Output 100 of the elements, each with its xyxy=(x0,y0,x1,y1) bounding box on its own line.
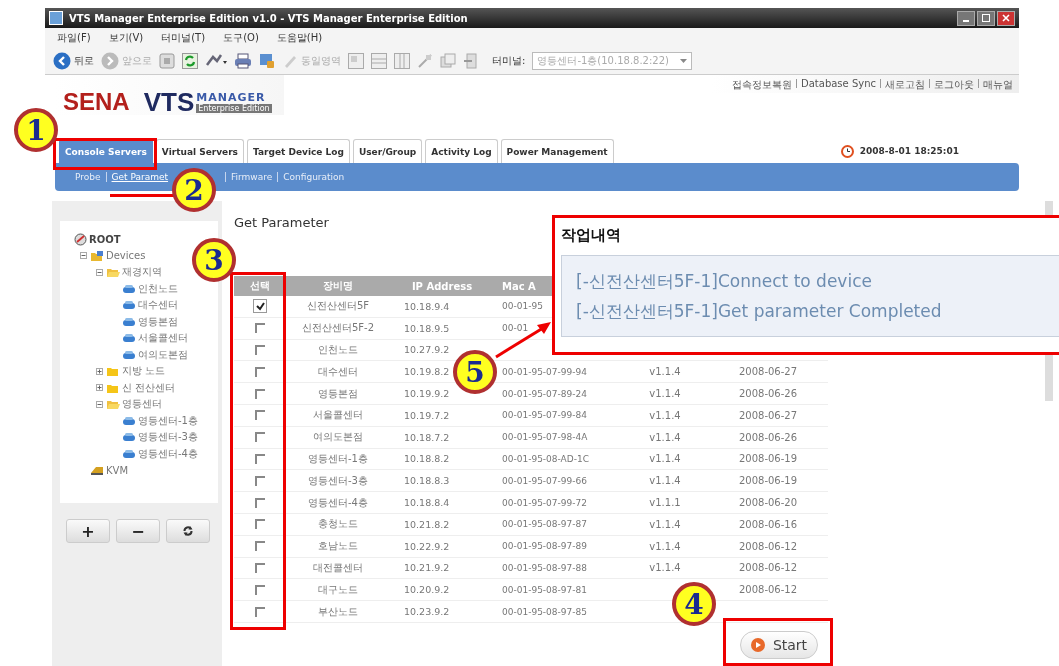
pencil-icon xyxy=(282,53,298,69)
table-cell: 호남노드 xyxy=(318,539,358,554)
stop-icon[interactable] xyxy=(159,53,175,69)
tab[interactable]: Power Management xyxy=(500,139,614,163)
checkbox[interactable] xyxy=(255,410,265,421)
table-cell: v1.1.4 xyxy=(649,453,681,465)
table-cell: 2008-06-19 xyxy=(738,453,798,465)
table-cell: v1.1.4 xyxy=(649,540,681,552)
checkbox[interactable] xyxy=(255,584,265,595)
header-link[interactable]: Database Sync xyxy=(801,78,876,89)
tree-item[interactable]: KVM xyxy=(106,464,129,476)
checkbox[interactable] xyxy=(255,453,265,464)
checkbox[interactable] xyxy=(255,345,265,355)
table-cell: 10.18.8.4 xyxy=(404,497,450,509)
checkbox[interactable] xyxy=(255,562,265,573)
table-cell: 신전산센터5F xyxy=(306,299,370,314)
panel-title: Get Parameter xyxy=(234,215,329,230)
tree-item[interactable]: 영등센터-4층 xyxy=(138,446,198,461)
tree-item[interactable]: ROOT xyxy=(89,233,121,245)
expander-icon[interactable] xyxy=(96,268,104,276)
table-cell: v1.1.4 xyxy=(649,409,681,421)
window-title: VTS Manager Enterprise Edition v1.0 - VTS Manager Enterprise Edition xyxy=(69,12,469,24)
table-cell: v1.1.4 xyxy=(649,518,681,530)
checkbox[interactable] xyxy=(255,519,265,530)
tree-item[interactable]: 영등센터-3층 xyxy=(138,430,198,445)
sub-navigation-link[interactable]: Get Paramet xyxy=(111,172,169,182)
checkbox[interactable] xyxy=(255,432,265,443)
menu-item[interactable]: 보기(V) xyxy=(108,31,144,45)
table-cell: v1.1.4 xyxy=(649,475,681,487)
menu-item[interactable]: 도구(O) xyxy=(223,31,259,45)
table-cell: 10.19.8.2 xyxy=(404,366,450,378)
tab[interactable]: User/Group xyxy=(352,139,423,163)
back-button[interactable]: 뒤로 xyxy=(53,52,94,70)
tree-item[interactable]: 영등센터 xyxy=(122,397,162,412)
tree-item[interactable]: 재경지역 xyxy=(122,265,162,280)
tree-item[interactable]: 여의도본점 xyxy=(138,347,188,362)
sub-navigation-link[interactable]: Probe xyxy=(75,172,101,182)
close-icon[interactable] xyxy=(997,10,1015,26)
log-line: [-신전산센터5F-1]Get parameter Completed xyxy=(576,300,943,323)
table-cell: 10.21.8.2 xyxy=(404,518,450,530)
checkbox[interactable] xyxy=(255,475,265,486)
expander-icon[interactable] xyxy=(96,367,104,375)
tree-item[interactable]: 영등센터-1층 xyxy=(138,413,198,428)
table-cell: 대수센터 xyxy=(318,364,358,379)
checkbox[interactable] xyxy=(255,497,265,508)
table-cell: v1.1.4 xyxy=(649,431,681,443)
header-link[interactable]: 매뉴얼 xyxy=(983,78,1013,92)
table-cell: v1.1.4 xyxy=(649,388,681,400)
menu-item[interactable]: 터미널(T) xyxy=(161,31,206,45)
table-cell: 00-01-95-08-97-81 xyxy=(502,584,587,595)
tree-item[interactable]: 영등본점 xyxy=(138,314,178,329)
checkbox[interactable] xyxy=(255,323,265,334)
table-cell: 00-01-95-08-97-85 xyxy=(502,606,587,617)
header-link[interactable]: 접속정보복원 xyxy=(732,78,792,92)
caret-icon xyxy=(680,58,688,64)
tab[interactable]: Activity Log xyxy=(425,139,498,163)
header-link[interactable]: 새로고침 xyxy=(885,78,925,92)
print-icon[interactable] xyxy=(234,53,252,69)
tree-item[interactable]: Devices xyxy=(106,250,146,262)
minimize-icon[interactable] xyxy=(957,10,975,26)
table-cell: 10.19.7.2 xyxy=(404,409,450,421)
start-button[interactable]: Start xyxy=(740,630,818,659)
tree-item[interactable]: 서울콜센터 xyxy=(138,331,188,346)
header-link[interactable]: 로그아웃 xyxy=(934,78,974,92)
checkbox[interactable] xyxy=(255,606,265,617)
expander-icon[interactable] xyxy=(96,384,104,392)
refresh-icon[interactable] xyxy=(182,53,198,69)
expander-icon[interactable] xyxy=(96,400,104,408)
tree-item[interactable]: 인천노드 xyxy=(138,281,178,296)
menu-item[interactable]: 파일(F) xyxy=(57,31,91,45)
tab[interactable]: Target Device Log xyxy=(247,139,350,163)
checkbox[interactable] xyxy=(255,388,265,399)
tab[interactable]: Virtual Servers xyxy=(155,139,244,163)
checkbox[interactable] xyxy=(255,541,265,552)
table-cell: 영등센터-4층 xyxy=(308,495,368,510)
table-cell: 2008-06-20 xyxy=(738,497,798,509)
tree-item[interactable]: 지방 노드 xyxy=(122,364,166,379)
refresh-button[interactable] xyxy=(166,519,210,543)
table-cell: 10.18.9.4 xyxy=(404,300,450,312)
expander-icon[interactable] xyxy=(80,252,88,260)
kvm-icon xyxy=(90,464,104,477)
layout-icon[interactable] xyxy=(394,53,410,69)
maximize-icon[interactable] xyxy=(977,10,995,26)
table-cell: 00-01 xyxy=(502,323,529,334)
sub-navigation-link[interactable]: Configuration xyxy=(283,172,345,182)
tree-item[interactable]: 신 전산센터 xyxy=(122,380,176,395)
checkbox[interactable] xyxy=(253,299,267,314)
tab[interactable]: Console Servers xyxy=(59,139,153,163)
tree-button[interactable]: − xyxy=(116,519,160,543)
table-cell: 부산노드 xyxy=(318,604,358,619)
tree-button[interactable]: + xyxy=(66,519,110,543)
folder-icon xyxy=(106,266,120,279)
table-cell: 00-01-95-08-97-87 xyxy=(502,519,587,530)
menu-item[interactable]: 도움말(H) xyxy=(276,31,323,45)
sub-navigation-link[interactable]: Firmware xyxy=(231,172,273,182)
checkbox[interactable] xyxy=(255,366,265,377)
layout-icon[interactable] xyxy=(371,53,387,69)
table-cell: 2008-06-19 xyxy=(738,475,798,487)
tree-item[interactable]: 대수센터 xyxy=(138,298,178,313)
layout-icon[interactable] xyxy=(348,53,364,69)
